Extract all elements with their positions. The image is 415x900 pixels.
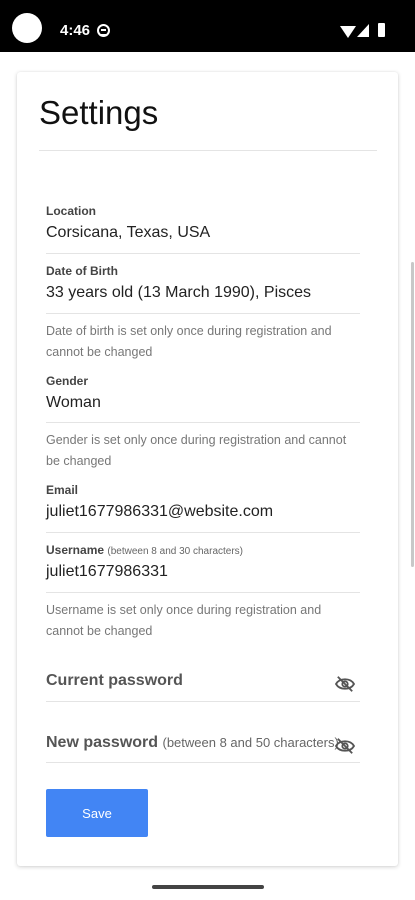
battery-icon: [378, 23, 385, 37]
gender-field: Gender Woman: [46, 374, 360, 412]
field-underline: [46, 762, 360, 763]
new-password-input[interactable]: New password (between 8 and 50 character…: [46, 734, 360, 764]
location-label: Location: [46, 204, 96, 218]
camera-cutout: [12, 13, 42, 43]
field-underline: [46, 701, 360, 702]
field-underline: [46, 422, 360, 423]
dob-note: Date of birth is set only once during re…: [46, 324, 332, 359]
username-field: Username (between 8 and 30 characters) j…: [46, 543, 360, 581]
gender-note: Gender is set only once during registrat…: [46, 433, 347, 468]
signal-icon: [357, 24, 369, 37]
email-value: juliet1677986331@website.com: [46, 503, 274, 520]
home-indicator[interactable]: [152, 885, 264, 889]
save-button[interactable]: Save: [46, 789, 148, 837]
vpn-icon: [97, 24, 110, 37]
email-field[interactable]: Email juliet1677986331@website.com: [46, 483, 360, 521]
page-title: Settings: [39, 94, 159, 131]
username-note: Username is set only once during registr…: [46, 603, 322, 638]
location-value: Corsicana, Texas, USA: [46, 224, 211, 241]
current-password-input[interactable]: Current password: [46, 672, 360, 702]
status-time: 4:46: [60, 22, 91, 39]
status-bar: 4:46: [0, 0, 415, 62]
username-label-row: Username (between 8 and 30 characters): [46, 543, 360, 557]
username-value: juliet1677986331: [46, 563, 168, 580]
settings-card: Settings Location Corsicana, Texas, USA …: [17, 72, 398, 866]
dob-value: 33 years old (13 March 1990), Pisces: [46, 284, 312, 301]
eye-off-icon[interactable]: [334, 737, 356, 755]
field-underline: [46, 592, 360, 593]
field-underline: [46, 313, 360, 314]
title-divider: [39, 150, 377, 151]
eye-off-icon[interactable]: [334, 675, 356, 693]
dob-label: Date of Birth: [46, 264, 118, 278]
dob-field: Date of Birth 33 years old (13 March 199…: [46, 264, 360, 302]
current-password-label: Current password: [46, 672, 183, 689]
gender-label: Gender: [46, 374, 89, 388]
field-underline: [46, 253, 360, 254]
gender-value: Woman: [46, 394, 101, 411]
field-underline: [46, 532, 360, 533]
scrollbar[interactable]: [411, 262, 414, 567]
username-hint: (between 8 and 30 characters): [107, 546, 244, 557]
new-password-hint: (between 8 and 50 characters): [162, 735, 339, 750]
location-field[interactable]: Location Corsicana, Texas, USA: [46, 204, 360, 242]
wifi-icon: [340, 26, 356, 38]
new-password-label: New password: [46, 734, 159, 751]
email-label: Email: [46, 483, 79, 497]
username-label: Username: [46, 543, 105, 557]
